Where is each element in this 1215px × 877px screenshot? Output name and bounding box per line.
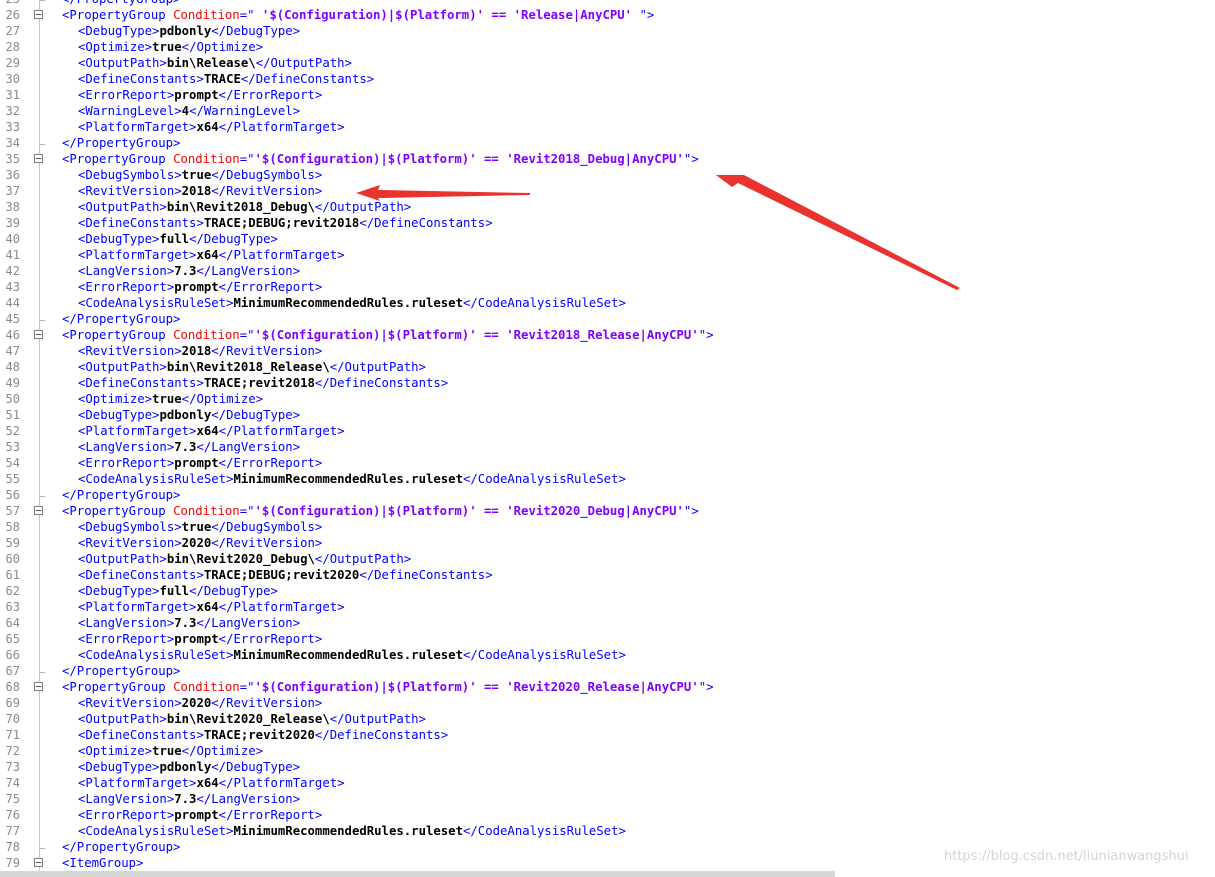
annotation-arrows [356,175,960,290]
red-arrow-to-revitversion [356,185,530,201]
red-arrow-to-debug-condition [716,175,960,290]
watermark: https://blog.csdn.net/liunianwangshui [944,849,1189,864]
